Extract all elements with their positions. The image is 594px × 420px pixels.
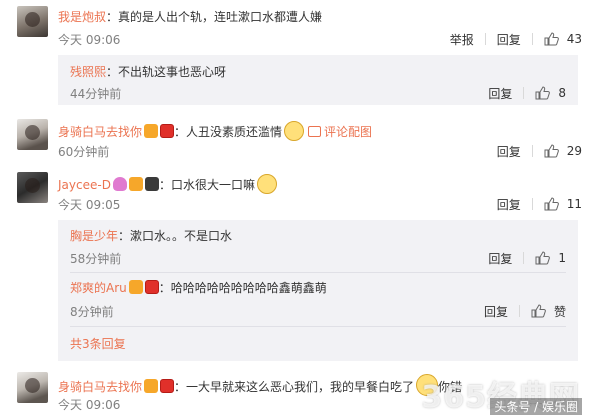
divider (531, 33, 533, 45)
vip-badge-icon (128, 177, 143, 191)
comment-line: 我是炮叔：真的是人出个轨，连吐漱口水都遭人嫌 (58, 10, 323, 24)
comment-actions: 举报 回复 43 (450, 31, 582, 47)
comment-line: 身骑白马去找你 ：人丑没素质还滥情 评论配图 (58, 121, 372, 141)
reply-list: 胸是少年：漱口水。。不是口水 58分钟前 回复 1 郑爽的Aru ：哈哈哈哈哈哈哈… (58, 220, 578, 361)
timestamp: 60分钟前 (58, 145, 110, 159)
source-credit: 头条号 / 娱乐圈 (490, 398, 582, 415)
thumbs-up-icon (544, 32, 559, 46)
like-button[interactable]: 43 (544, 32, 582, 46)
like-button[interactable]: 1 (535, 251, 566, 265)
like-label: 赞 (553, 304, 566, 319)
vip-badge-icon (144, 379, 159, 393)
avatar[interactable] (17, 372, 48, 403)
reply-line: 胸是少年：漱口水。。不是口水 (70, 229, 233, 243)
comment-line: Jaycee-D ：口水很大一口嘛 (58, 174, 277, 194)
reply-text: 漱口水。。不是口水 (130, 229, 233, 243)
reply-actions: 回复 8 (488, 85, 566, 101)
timestamp: 今天 09:06 (58, 33, 121, 47)
reply-line: 郑爽的Aru ：哈哈哈哈哈哈哈哈哈鑫萌鑫萌 (70, 280, 327, 295)
thumbs-up-icon (544, 197, 559, 211)
avatar[interactable] (17, 6, 48, 37)
member-badge-icon (160, 124, 175, 138)
image-icon (308, 126, 322, 137)
timestamp: 今天 09:05 (58, 198, 121, 212)
divider (484, 33, 486, 45)
like-count: 8 (558, 86, 566, 100)
like-button[interactable]: 29 (544, 144, 582, 158)
timestamp: 44分钟前 (70, 87, 122, 101)
comment-actions: 回复 29 (497, 143, 582, 159)
reply-button[interactable]: 回复 (497, 196, 521, 213)
reply-actions: 回复 赞 (484, 303, 566, 319)
avatar[interactable] (17, 119, 48, 150)
level-badge-icon (144, 177, 159, 191)
comment-line: 身骑白马去找你 ：一大早就来这么恶心我们，我的早餐白吃了 你错 (58, 374, 462, 396)
emoji-icon (256, 174, 277, 194)
reply-button[interactable]: 回复 (497, 31, 521, 48)
username[interactable]: 残照熙 (70, 65, 106, 79)
divider (531, 145, 533, 157)
comment-actions: 回复 11 (497, 196, 582, 212)
comment-text: 真的是人出个轨，连吐漱口水都遭人嫌 (118, 10, 323, 24)
member-badge-icon (160, 379, 175, 393)
like-count: 43 (566, 32, 582, 46)
timestamp: 58分钟前 (70, 252, 122, 266)
reply-text: 不出轨这事也恶心呀 (118, 65, 227, 79)
divider (70, 326, 566, 327)
comment-image-link[interactable]: 评论配图 (324, 125, 372, 139)
reply-line: 残照熙：不出轨这事也恶心呀 (70, 65, 227, 79)
like-count: 29 (566, 144, 582, 158)
vip-badge-icon (128, 280, 143, 294)
reply-button[interactable]: 回复 (488, 250, 512, 267)
like-button[interactable]: 11 (544, 197, 582, 211)
show-all-replies-link[interactable]: 共3条回复 (70, 335, 126, 352)
reply-button[interactable]: 回复 (484, 303, 508, 320)
like-button[interactable]: 8 (535, 86, 566, 100)
divider (523, 87, 525, 99)
thumbs-up-icon (544, 144, 559, 158)
reply-list: 残照熙：不出轨这事也恶心呀 44分钟前 回复 8 (58, 55, 578, 105)
divider (523, 252, 525, 264)
username[interactable]: 郑爽的Aru (70, 281, 127, 295)
like-count: 1 (558, 251, 566, 265)
divider (531, 198, 533, 210)
avatar[interactable] (17, 172, 48, 203)
timestamp: 8分钟前 (70, 305, 114, 319)
username[interactable]: 身骑白马去找你 (58, 380, 142, 394)
thumbs-up-icon (531, 304, 546, 318)
divider (70, 272, 566, 273)
username[interactable]: 身骑白马去找你 (58, 125, 142, 139)
like-count: 11 (566, 197, 582, 211)
member-badge-icon (144, 280, 159, 294)
username[interactable]: Jaycee-D (58, 178, 111, 192)
thumbs-up-icon (535, 251, 551, 265)
reply-button[interactable]: 回复 (497, 143, 521, 160)
butterfly-icon (112, 177, 127, 191)
reply-actions: 回复 1 (488, 250, 566, 266)
comment-text: 人丑没素质还滥情 (186, 125, 283, 139)
comment-text: 口水很大一口嘛 (170, 178, 255, 192)
username[interactable]: 胸是少年 (70, 229, 118, 243)
emoji-icon (284, 121, 305, 141)
vip-badge-icon (144, 124, 159, 138)
reply-text: 哈哈哈哈哈哈哈哈哈鑫萌鑫萌 (170, 281, 327, 295)
timestamp: 今天 09:06 (58, 398, 121, 412)
like-button[interactable]: 赞 (531, 303, 566, 320)
report-button[interactable]: 举报 (450, 31, 474, 48)
thumbs-up-icon (535, 86, 551, 100)
reply-button[interactable]: 回复 (488, 85, 512, 102)
comment-text: 一大早就来这么恶心我们，我的早餐白吃了 (186, 380, 415, 394)
username[interactable]: 我是炮叔 (58, 10, 106, 24)
divider (518, 305, 520, 317)
